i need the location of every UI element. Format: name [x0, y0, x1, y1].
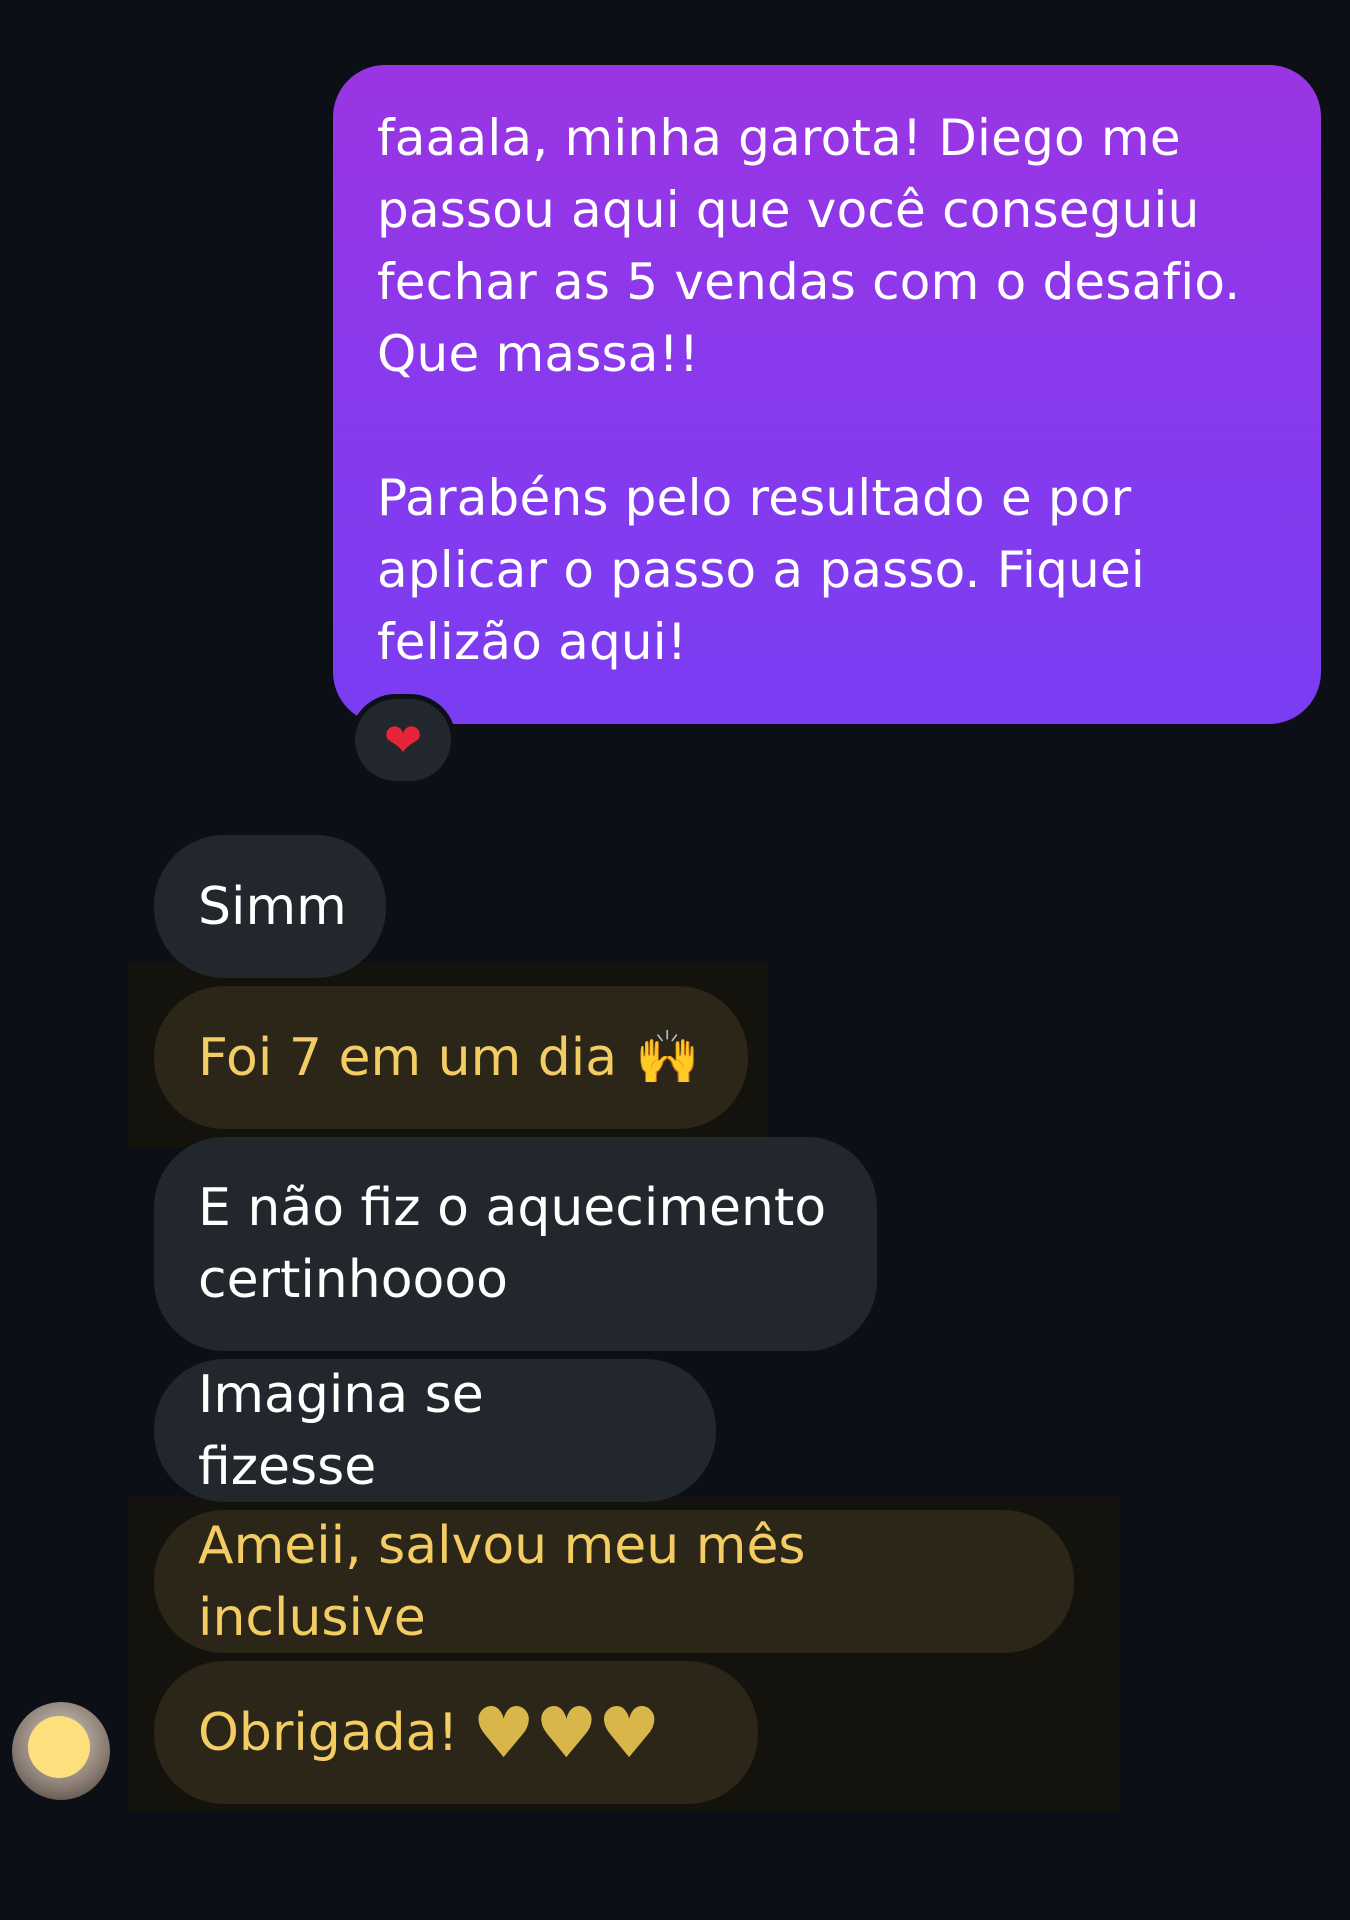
message-text: Ameii, salvou meu mês inclusive — [198, 1515, 806, 1648]
received-message-bubble[interactable]: Ameii, salvou meu mês inclusive — [154, 1510, 1074, 1653]
yellow-hearts-icon: ♥♥♥ — [472, 1691, 661, 1774]
message-text: Imagina se fizesse — [198, 1364, 484, 1497]
message-text: Foi 7 em um dia — [198, 1027, 618, 1088]
message-text: Simm — [198, 876, 347, 937]
heart-reaction-icon[interactable]: ❤ — [350, 694, 456, 786]
raised-hands-icon: 🙌 — [635, 1027, 700, 1088]
received-message-bubble[interactable]: Obrigada! ♥♥♥ — [154, 1661, 758, 1804]
avatar-blur-overlay — [28, 1716, 90, 1778]
message-text: Obrigada! — [198, 1702, 459, 1763]
sent-message-bubble[interactable]: faaala, minha garota! Diego me passou aq… — [333, 65, 1321, 724]
chat-thread: faaala, minha garota! Diego me passou aq… — [0, 0, 1350, 1920]
received-message-bubble[interactable]: Simm — [154, 835, 386, 978]
message-text: E não fiz o aquecimento certinhoooo — [198, 1178, 827, 1310]
received-message-bubble[interactable]: E não fiz o aquecimento certinhoooo — [154, 1137, 877, 1351]
received-message-bubble[interactable]: Imagina se fizesse — [154, 1359, 716, 1502]
received-message-bubble[interactable]: Foi 7 em um dia 🙌 — [154, 986, 748, 1129]
avatar[interactable] — [12, 1702, 110, 1800]
